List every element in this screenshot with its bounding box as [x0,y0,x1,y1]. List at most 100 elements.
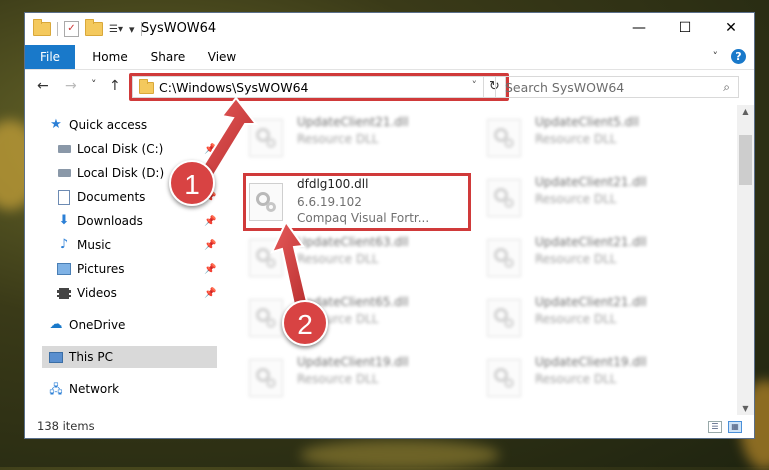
file-item[interactable]: UpdateClient21.dll Resource DLL [483,233,703,281]
maximize-button[interactable]: ☐ [662,13,708,43]
dll-file-icon [249,359,283,397]
dll-file-icon [487,299,521,337]
sidebar-item-label: OneDrive [69,318,126,332]
dll-file-icon [249,239,283,277]
address-highlight-box [129,73,509,101]
tiles-view-icon[interactable]: ▦ [728,421,742,433]
file-type: Resource DLL [297,132,379,146]
sidebar-item-label: Network [69,382,120,396]
back-button[interactable]: ← [37,78,49,94]
sidebar-item-network[interactable]: 🖧 Network [49,378,119,400]
ribbon-tabs: File Home Share View ˅ ? [25,45,754,70]
star-icon: ★ [50,117,62,132]
minimize-button[interactable]: — [616,13,662,43]
sidebar-item-onedrive[interactable]: ☁ OneDrive [49,314,126,336]
sidebar-item-label: This PC [69,350,113,364]
file-item[interactable]: UpdateClient19.dll Resource DLL [483,353,703,401]
file-item[interactable]: UpdateClient21.dll Resource DLL [245,113,465,161]
sidebar-item-local-disk-d[interactable]: Local Disk (D:) [57,162,164,184]
close-button[interactable]: ✕ [708,13,754,43]
video-icon [57,286,71,300]
file-name: UpdateClient63.dll [297,235,409,249]
dll-file-icon [249,299,283,337]
file-type: Resource DLL [535,192,617,206]
window-title: SysWOW64 [141,21,217,36]
expand-ribbon-icon[interactable]: ˅ [713,50,719,63]
file-item[interactable]: UpdateClient65.dll Resource DLL [245,293,465,341]
file-item[interactable]: UpdateClient5.dll Resource DLL [483,113,703,161]
file-item[interactable]: UpdateClient21.dll Resource DLL [483,293,703,341]
new-folder-icon[interactable] [85,19,103,36]
background-spot [300,440,500,470]
sidebar-item-this-pc[interactable]: This PC [49,346,113,368]
file-highlight-box [243,173,471,231]
pin-icon[interactable]: 📌 [204,240,216,251]
tab-share[interactable]: Share [145,45,191,69]
tab-file[interactable]: File [25,45,75,69]
dll-file-icon [487,359,521,397]
file-item[interactable]: UpdateClient19.dll Resource DLL [245,353,465,401]
sidebar-item-label: Documents [77,190,146,204]
sidebar-item-music[interactable]: ♪ Music [57,234,111,256]
toolbar-dropdown-icon[interactable]: ▾ [129,23,135,36]
customize-toolbar-icon[interactable]: ☰▾ [109,24,123,35]
help-icon[interactable]: ? [731,49,746,64]
sidebar-item-pictures[interactable]: Pictures [57,258,125,280]
dll-file-icon [487,119,521,157]
tab-view[interactable]: View [202,45,242,69]
sidebar-item-label: Local Disk (D:) [77,166,165,180]
pin-icon[interactable]: 📌 [204,216,216,227]
tab-home[interactable]: Home [87,45,133,69]
sidebar-item-label: Music [77,238,112,252]
file-type: Resource DLL [535,312,617,326]
file-type: Resource DLL [535,132,617,146]
file-item[interactable]: UpdateClient21.dll Resource DLL [483,173,703,221]
explorer-window: ✓ ☰▾ ▾ SysWOW64 — ☐ ✕ File Home Share Vi… [24,12,755,439]
search-input[interactable]: Search SysWOW64 ⌕ [495,76,739,98]
file-name: UpdateClient21.dll [297,115,409,129]
step-1-badge: 1 [169,160,215,206]
toolbar-separator [57,22,58,36]
forward-button[interactable]: → [65,78,77,94]
drive-icon [57,142,71,156]
file-name: UpdateClient5.dll [535,115,639,129]
dll-file-icon [487,179,521,217]
file-item[interactable]: UpdateClient63.dll Resource DLL [245,233,465,281]
status-bar: 138 items ☰ ▦ [25,416,754,438]
pin-icon[interactable]: 📌 [204,144,216,155]
sidebar-item-quick-access[interactable]: ★ Quick access [49,114,147,136]
search-icon: ⌕ [723,80,730,94]
file-name: UpdateClient19.dll [297,355,409,369]
file-list: UpdateClient21.dll Resource DLL UpdateCl… [239,113,734,413]
drive-icon [57,166,71,180]
details-view-icon[interactable]: ☰ [708,421,722,433]
file-type: Resource DLL [535,252,617,266]
item-count: 138 items [37,419,95,433]
sidebar-item-downloads[interactable]: ⬇ Downloads [57,210,143,232]
scroll-up-icon[interactable]: ▲ [737,107,754,116]
sidebar-item-label: Downloads [77,214,143,228]
search-placeholder: Search SysWOW64 [505,80,625,95]
file-name: UpdateClient19.dll [535,355,647,369]
up-button[interactable]: ↑ [109,78,121,94]
recent-locations-button[interactable]: ˅ [91,78,97,91]
pin-icon[interactable]: 📌 [204,264,216,275]
sidebar-item-local-disk-c[interactable]: Local Disk (C:) [57,138,163,160]
folder-icon [33,19,51,36]
sidebar-item-label: Local Disk (C:) [77,142,164,156]
picture-icon [57,262,71,276]
scroll-down-icon[interactable]: ▼ [737,404,754,413]
file-type: Resource DLL [535,372,617,386]
sidebar-item-documents[interactable]: Documents [57,186,145,208]
dll-file-icon [487,239,521,277]
music-icon: ♪ [59,237,69,252]
sidebar-item-label: Quick access [69,118,148,132]
pin-icon[interactable]: 📌 [204,288,216,299]
cloud-icon: ☁ [49,317,63,332]
scrollbar-thumb[interactable] [739,135,752,185]
file-type: Resource DLL [297,252,379,266]
properties-icon[interactable]: ✓ [64,21,79,37]
vertical-scrollbar[interactable]: ▲ ▼ [737,105,754,415]
document-icon [57,189,71,205]
sidebar-item-videos[interactable]: Videos [57,282,117,304]
